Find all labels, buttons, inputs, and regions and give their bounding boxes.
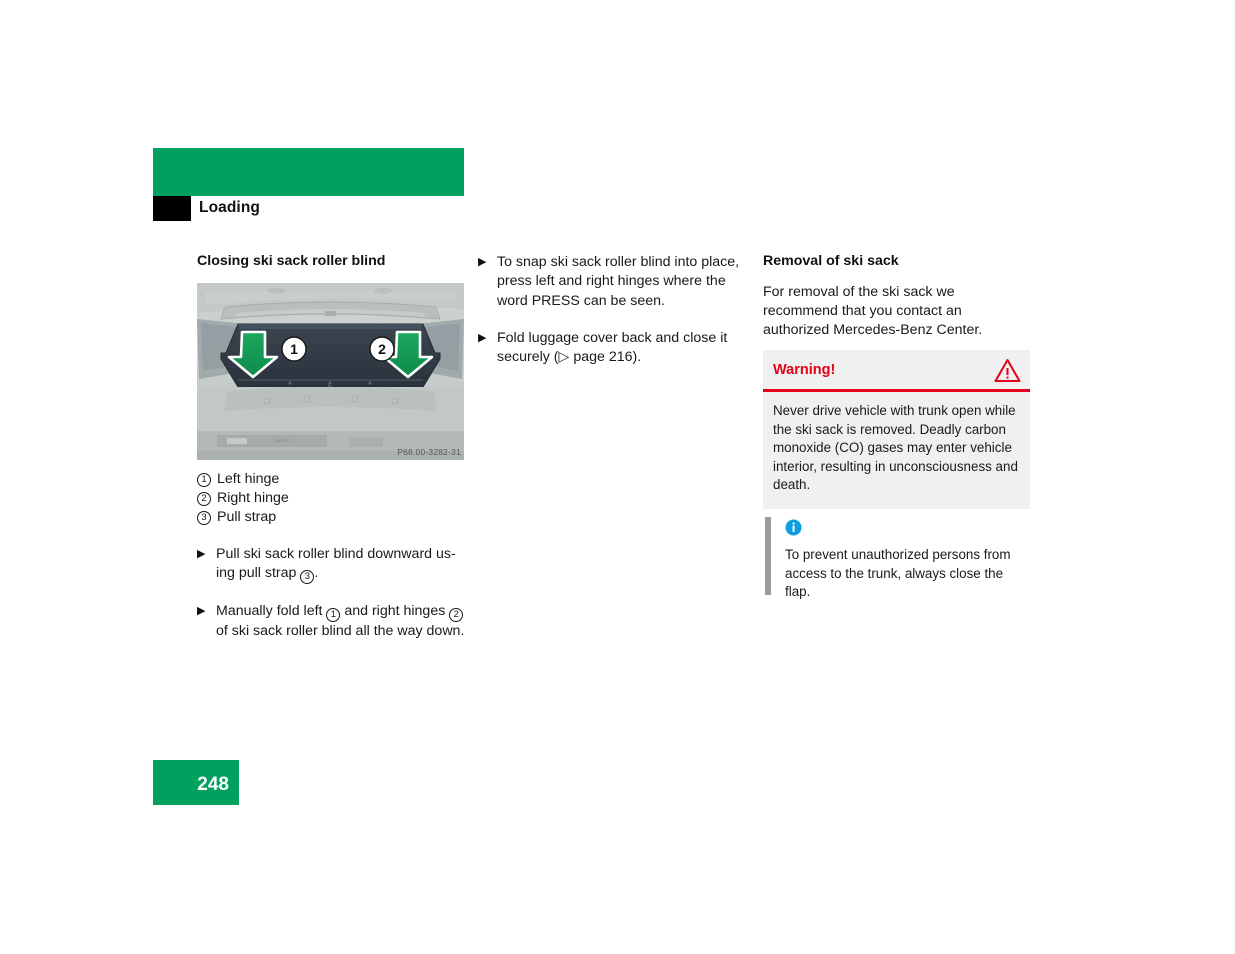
- legend-label-3: Pull strap: [217, 508, 277, 525]
- instruction-step: ▶ To snap ski sack roller blind into pla…: [478, 253, 746, 311]
- legend-label-2: Right hinge: [217, 489, 289, 506]
- callout-number-1: 1: [197, 472, 211, 487]
- svg-text:2: 2: [378, 341, 386, 357]
- section-marker-tab: [153, 196, 191, 221]
- step-text-part: .: [314, 565, 319, 582]
- bullet-triangle-icon: ▶: [197, 604, 206, 617]
- bullet-triangle-icon: ▶: [478, 331, 487, 344]
- page-number-box: 248: [153, 760, 239, 805]
- legend-item-3: 3 Pull strap: [197, 508, 465, 527]
- inline-callout-3: 3: [300, 569, 315, 584]
- inline-callout-1: 1: [326, 607, 341, 622]
- bullet-triangle-icon: ▶: [478, 256, 487, 268]
- instruction-step: ▶ Manually fold left 1 and right hinges …: [197, 602, 465, 641]
- right-column-heading: Removal of ski sack: [763, 253, 899, 269]
- instruction-step: ▶ Pull ski sack roller blind downward us…: [197, 545, 465, 584]
- middle-column: ▶ To snap ski sack roller blind into pla…: [478, 253, 746, 367]
- section-title: Loading: [199, 199, 260, 216]
- callout-number-2: 2: [197, 491, 211, 506]
- figure-code: P68.00-3282-31: [397, 446, 461, 457]
- chapter-header-banner: [153, 148, 464, 196]
- callout-number-3: 3: [197, 510, 211, 525]
- page-number: 248: [197, 774, 229, 795]
- warning-label: Warning!: [773, 362, 836, 378]
- warning-header: Warning!: [763, 350, 1030, 392]
- warning-triangle-icon: [994, 358, 1021, 388]
- info-note-text: To prevent unauthorized persons from acc…: [785, 547, 1011, 599]
- ski-sack-roller-blind-figure: 1 2 3 P68.00-3282-31: [197, 282, 464, 460]
- removal-paragraph: For removal of the ski sack we recommend…: [763, 283, 983, 339]
- legend-label-1: Left hinge: [217, 470, 280, 487]
- page-reference-text: page 216).: [569, 349, 642, 366]
- svg-text:1: 1: [290, 341, 298, 357]
- step-text-part: and right hinges: [340, 602, 450, 619]
- figure-legend-list: 1 Left hinge 2 Right hinge 3 Pull strap: [197, 470, 465, 527]
- warning-box: Warning! Never drive vehicle with trunk …: [763, 350, 1030, 509]
- info-note-bar: [765, 517, 771, 595]
- bullet-triangle-icon: ▶: [197, 547, 206, 560]
- right-column: Removal of ski sack For removal of the s…: [763, 253, 1031, 341]
- warning-text: Never drive vehicle with trunk open whil…: [773, 403, 1018, 492]
- page-reference-arrow-icon: ▷: [558, 349, 570, 366]
- instruction-step-text: Manually fold left 1 and right hinges 2 …: [216, 602, 465, 641]
- step-text-part: Pull ski sack roller blind downward us-i…: [216, 545, 456, 582]
- legend-item-2: 2 Right hinge: [197, 489, 465, 508]
- info-note: To prevent unauthorized persons from acc…: [763, 517, 1030, 602]
- legend-item-1: 1 Left hinge: [197, 470, 465, 489]
- instruction-step-text: Fold luggage cover back and close it sec…: [497, 329, 746, 368]
- left-column: Closing ski sack roller blind 1 2 P68.00…: [197, 253, 465, 641]
- step-text-part: Manually fold left: [216, 602, 327, 619]
- instruction-step: ▶ Fold luggage cover back and close it s…: [478, 329, 746, 368]
- instruction-step-text: To snap ski sack roller blind into place…: [497, 254, 740, 309]
- chapter-title: Controls in detail: [46, 12, 191, 32]
- instruction-step-text: Pull ski sack roller blind downward us-i…: [216, 545, 465, 584]
- step-text-part: of ski sack roller blind all the way dow…: [216, 622, 465, 639]
- left-column-heading: Closing ski sack roller blind: [197, 253, 386, 269]
- trunk-illustration: 1 2 3: [197, 282, 464, 460]
- info-circle-icon: [785, 519, 1030, 541]
- inline-callout-2: 2: [449, 607, 464, 622]
